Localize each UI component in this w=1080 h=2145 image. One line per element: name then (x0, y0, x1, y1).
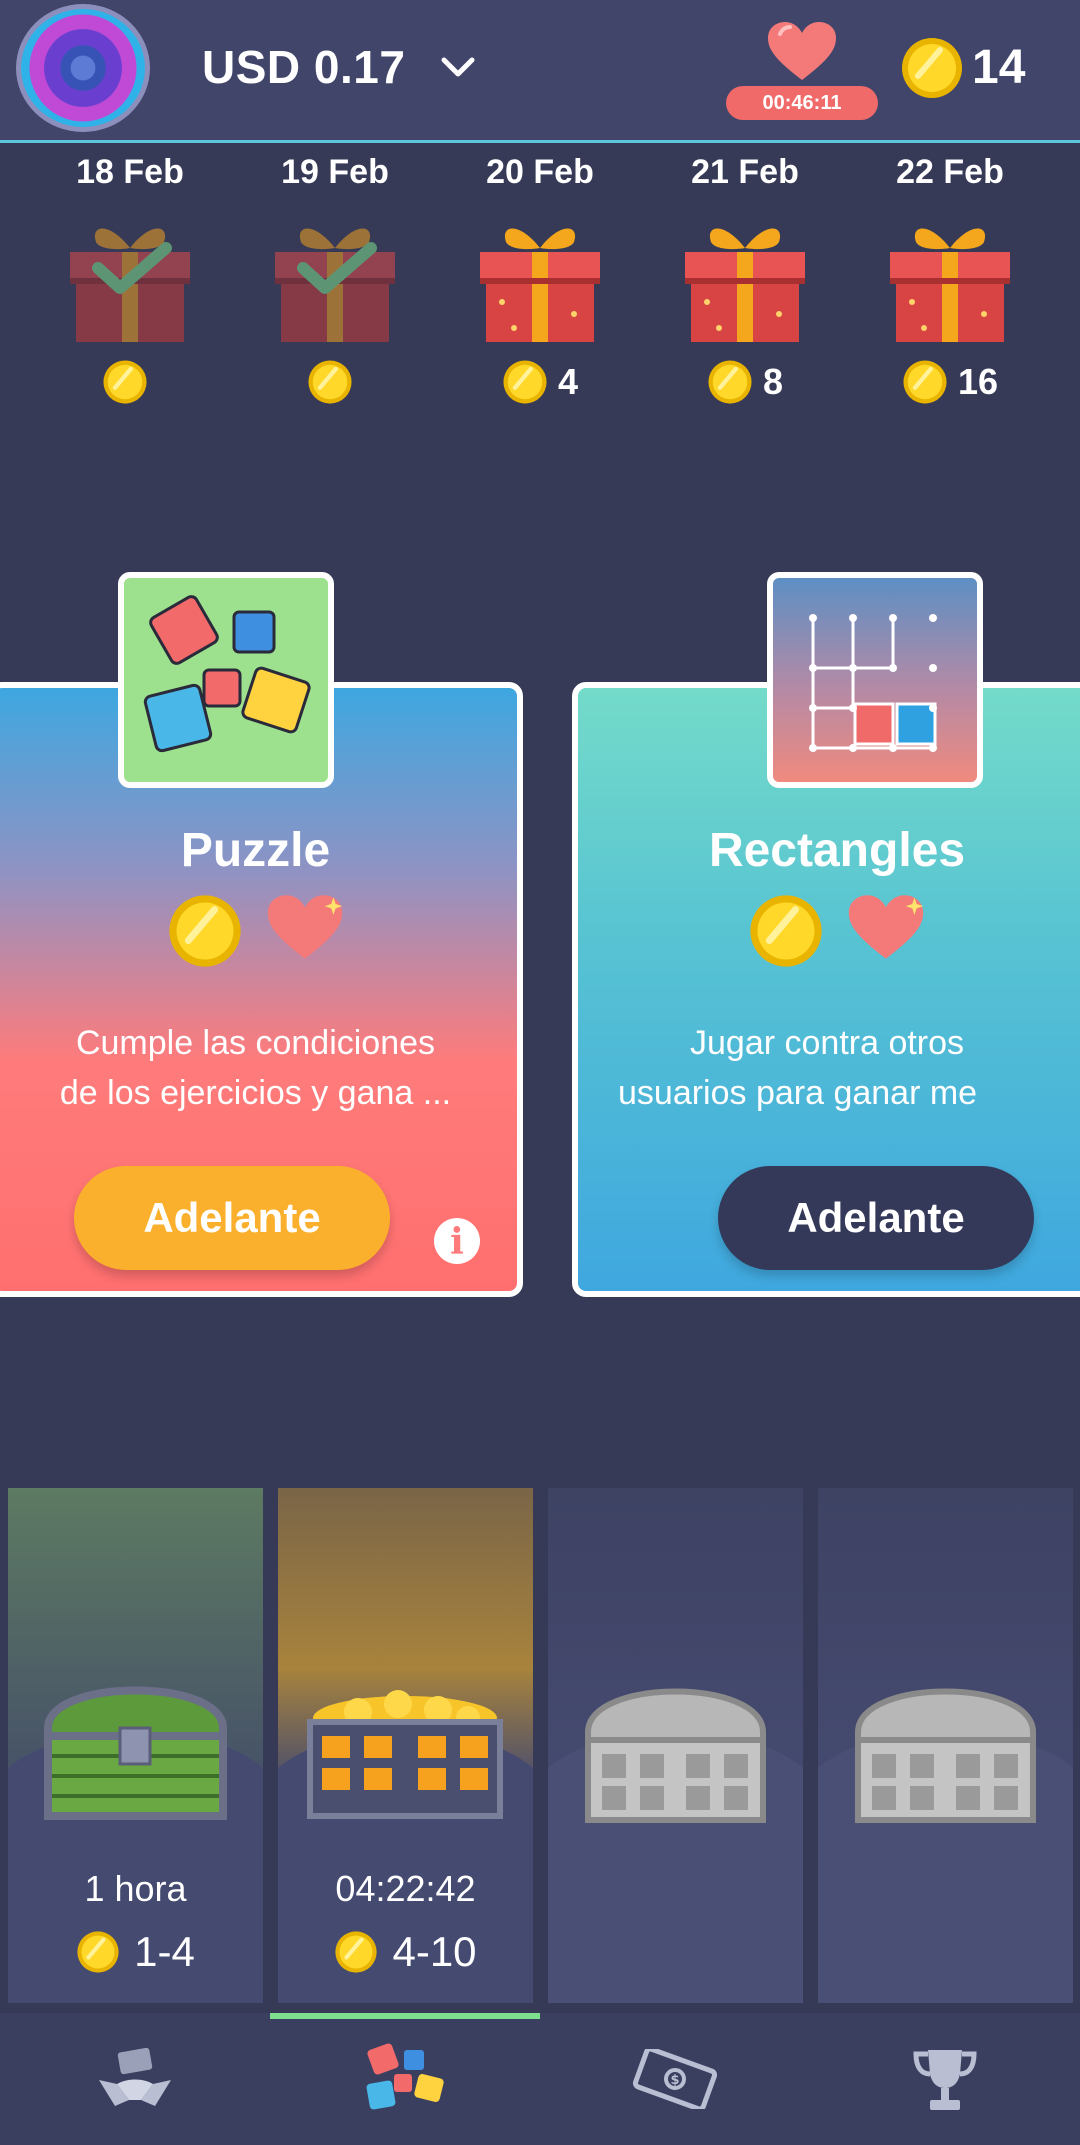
daily-item-20-feb[interactable]: 20 Feb 4 (450, 150, 630, 406)
coin-icon (750, 895, 822, 967)
chest-reward-range: 1-4 (134, 1928, 195, 1975)
chest-time: 1 hora (84, 1868, 187, 1909)
game-description-line: usuarios para ganar me (618, 1074, 978, 1112)
check-icon (297, 242, 377, 294)
gift-box-icon (675, 218, 815, 346)
daily-item-19-feb[interactable]: 19 Feb (245, 150, 425, 406)
chest-slot-3[interactable] (548, 1488, 803, 2003)
nav-tab-leaderboard[interactable] (810, 2013, 1080, 2145)
lives-widget[interactable]: 00:46:11 (724, 20, 882, 120)
bottom-nav: $ (0, 2013, 1080, 2145)
play-puzzle-button[interactable]: Adelante (74, 1166, 390, 1270)
chest-time: 04:22:42 (335, 1868, 476, 1909)
heart-icon (267, 895, 342, 959)
chest-slot-1[interactable]: 1 hora 1-4 (8, 1488, 263, 2003)
locked-chest-icon (585, 1688, 766, 1823)
day-label: 18 Feb (76, 153, 184, 191)
coin-icon (103, 360, 147, 404)
play-rectangles-button[interactable]: Adelante (718, 1166, 1034, 1270)
avatar[interactable] (16, 4, 150, 132)
coin-icon (308, 360, 352, 404)
gold-chest-icon (307, 1690, 503, 1819)
heart-icon (848, 895, 924, 959)
daily-item-18-feb[interactable]: 18 Feb (40, 150, 220, 406)
day-label: 19 Feb (281, 153, 389, 191)
reward-amount: 8 (762, 361, 784, 402)
trophy-icon (913, 2050, 977, 2110)
coin-icon (903, 360, 947, 404)
reward-amount: 4 (557, 361, 579, 402)
game-description-line: de los ejercicios y gana ... (59, 1074, 452, 1112)
chest-slot-2[interactable]: 04:22:42 4-10 (278, 1488, 533, 2003)
day-label: 20 Feb (486, 153, 594, 191)
gift-box-icon (265, 218, 405, 346)
chest-slot-4[interactable] (818, 1488, 1073, 2003)
day-label: 22 Feb (896, 153, 1004, 191)
green-chest-icon (44, 1686, 227, 1820)
check-icon (92, 242, 172, 294)
coin-count: 14 (972, 41, 1026, 94)
game-title: Rectangles (708, 824, 966, 877)
rectangles-thumbnail (767, 572, 983, 788)
coin-icon (168, 895, 241, 967)
coin-icon (335, 1931, 378, 1973)
balance-label[interactable]: USD 0.17 (202, 40, 405, 94)
daily-item-22-feb[interactable]: 22 Feb 16 (860, 150, 1040, 406)
game-description-line: Jugar contra otros (690, 1024, 965, 1062)
lives-timer: 00:46:11 (726, 86, 878, 120)
info-icon[interactable]: i (434, 1218, 480, 1264)
nav-tab-cashout[interactable]: $ (540, 2013, 810, 2145)
puzzle-thumbnail (118, 572, 334, 788)
heart-icon (768, 22, 836, 80)
gift-box-icon (470, 218, 610, 346)
gift-box-icon (60, 218, 200, 346)
coin-icon (503, 360, 547, 404)
nav-tab-games[interactable] (270, 2013, 540, 2145)
nav-tab-earnings[interactable] (0, 2013, 270, 2145)
coin-icon (708, 360, 752, 404)
game-title: Puzzle (180, 824, 331, 877)
daily-rewards: 18 Feb 19 Feb 20 Feb 4 21 Feb 8 22 Feb 1… (0, 150, 1080, 430)
banknote-icon: $ (633, 2049, 717, 2109)
day-label: 21 Feb (691, 153, 799, 191)
puzzle-icon (366, 2043, 444, 2110)
coin-icon (902, 38, 962, 98)
top-bar: USD 0.17 00:46:11 14 (0, 0, 1080, 143)
locked-chest-icon (855, 1688, 1036, 1823)
gift-box-icon (880, 218, 1020, 346)
svg-text:$: $ (670, 2073, 679, 2088)
money-hands-icon (99, 2047, 171, 2106)
daily-item-21-feb[interactable]: 21 Feb 8 (655, 150, 835, 406)
coin-icon (77, 1931, 119, 1973)
chest-reward-range: 4-10 (392, 1928, 477, 1975)
game-description-line: Cumple las condiciones (75, 1024, 436, 1062)
reward-amount: 16 (957, 361, 999, 402)
chevron-down-icon[interactable] (440, 50, 476, 89)
